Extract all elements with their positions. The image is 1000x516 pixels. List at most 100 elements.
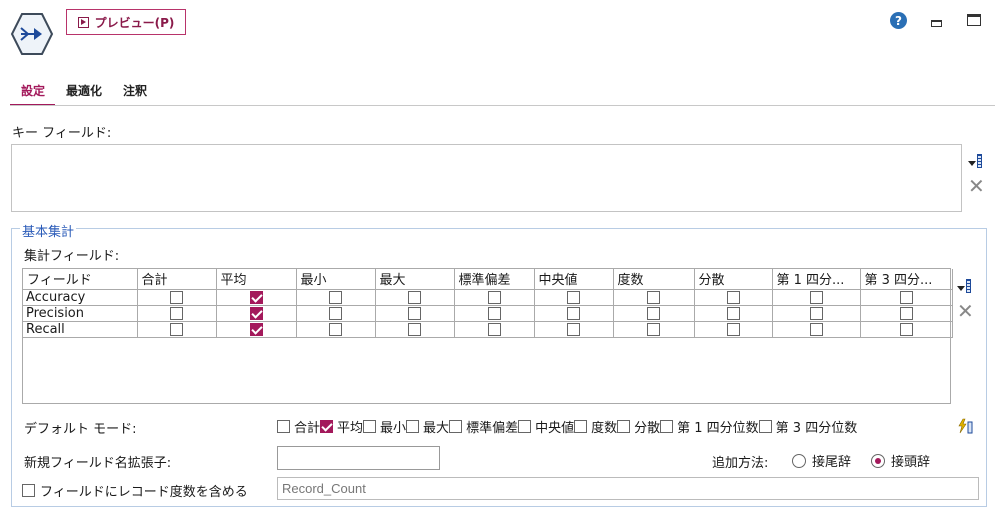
agg-checkbox[interactable] — [170, 306, 183, 320]
default-mode-option[interactable]: 最小 — [363, 417, 406, 436]
agg-checkbox[interactable] — [647, 290, 660, 304]
delete-agg-field-icon[interactable]: ✕ — [957, 301, 974, 321]
default-mode-option[interactable]: 分散 — [617, 417, 660, 436]
agg-checkbox[interactable] — [408, 322, 421, 336]
key-fields-list[interactable] — [11, 144, 962, 212]
agg-checkbox[interactable] — [809, 322, 823, 336]
agg-checkbox[interactable] — [647, 306, 660, 320]
agg-cell — [772, 305, 861, 322]
col-header-q1[interactable]: 第 1 四分... — [772, 269, 861, 290]
new-field-ext-input[interactable] — [277, 446, 440, 470]
default-mode-option[interactable]: 最大 — [406, 417, 449, 436]
include-count-label: フィールドにレコード度数を含める — [40, 485, 248, 500]
default-mode-label-text: 標準偏差 — [466, 421, 519, 436]
help-icon[interactable]: ? — [890, 12, 907, 29]
default-mode-checkbox[interactable] — [406, 420, 420, 433]
agg-checkbox[interactable] — [487, 290, 501, 304]
agg-checkbox[interactable] — [899, 290, 913, 304]
agg-cell — [694, 321, 773, 338]
tab-settings[interactable]: 設定 — [10, 76, 56, 106]
col-header-mean[interactable]: 平均 — [216, 269, 297, 290]
table-row[interactable]: Accuracy — [23, 289, 953, 306]
prefix-radio-label: 接頭辞 — [891, 455, 931, 470]
default-mode-option[interactable]: 平均 — [320, 417, 363, 436]
count-field-name-input[interactable] — [277, 477, 979, 500]
default-mode-option[interactable]: 第 1 四分位数 — [660, 417, 759, 436]
default-mode-label-text: 合計 — [294, 421, 321, 436]
minimize-icon[interactable] — [931, 20, 942, 27]
table-row[interactable]: Precision — [23, 305, 953, 322]
default-mode-checkbox[interactable] — [363, 420, 377, 433]
col-header-q3[interactable]: 第 3 四分... — [860, 269, 953, 290]
agg-checkbox[interactable] — [249, 290, 263, 304]
include-count-option[interactable]: フィールドにレコード度数を含める — [22, 481, 248, 500]
agg-cell — [454, 321, 535, 338]
default-mode-checkbox[interactable] — [277, 420, 290, 433]
suffix-radio[interactable]: 接尾辞 — [792, 451, 851, 470]
col-header-field[interactable]: フィールド — [23, 269, 138, 290]
default-mode-label-text: 平均 — [337, 421, 364, 436]
agg-cell — [534, 305, 614, 322]
agg-checkbox[interactable] — [329, 322, 342, 336]
default-mode-checkbox[interactable] — [617, 420, 631, 433]
col-header-count[interactable]: 度数 — [613, 269, 695, 290]
prefix-radio-circle[interactable] — [871, 453, 886, 468]
new-field-ext-label: 新規フィールド名拡張子: — [24, 456, 172, 471]
col-header-min[interactable]: 最小 — [296, 269, 376, 290]
col-header-median[interactable]: 中央値 — [534, 269, 614, 290]
agg-checkbox[interactable] — [809, 306, 823, 320]
col-header-max[interactable]: 最大 — [375, 269, 455, 290]
col-header-variance[interactable]: 分散 — [694, 269, 773, 290]
agg-checkbox[interactable] — [726, 322, 740, 336]
agg-checkbox[interactable] — [408, 290, 421, 304]
tab-annotations[interactable]: 注釈 — [112, 76, 157, 106]
agg-checkbox[interactable] — [899, 306, 913, 320]
prefix-radio[interactable]: 接頭辞 — [871, 451, 930, 470]
agg-cell — [375, 321, 455, 338]
col-header-stddev[interactable]: 標準偏差 — [454, 269, 535, 290]
tab-optimization[interactable]: 最適化 — [55, 76, 112, 106]
agg-checkbox[interactable] — [809, 290, 823, 304]
agg-checkbox[interactable] — [567, 290, 580, 304]
agg-checkbox[interactable] — [567, 322, 580, 336]
agg-cell — [860, 305, 953, 322]
agg-cell — [375, 289, 455, 306]
agg-checkbox[interactable] — [170, 322, 183, 336]
table-row[interactable]: Recall — [23, 321, 953, 338]
agg-checkbox[interactable] — [487, 306, 501, 320]
agg-checkbox[interactable] — [329, 290, 342, 304]
default-mode-option[interactable]: 標準偏差 — [449, 417, 518, 436]
default-mode-option[interactable]: 度数 — [574, 417, 617, 436]
suffix-radio-circle[interactable] — [792, 453, 806, 468]
preview-button[interactable]: プレビュー(P) — [66, 9, 186, 35]
default-mode-option[interactable]: 合計 — [277, 417, 320, 436]
field-picker-icon[interactable] — [968, 152, 984, 168]
apply-default-mode-icon[interactable] — [957, 418, 973, 434]
agg-checkbox[interactable] — [567, 306, 580, 320]
default-mode-option[interactable]: 第 3 四分位数 — [758, 417, 857, 436]
agg-checkbox[interactable] — [170, 290, 183, 304]
col-header-sum[interactable]: 合計 — [137, 269, 217, 290]
agg-checkbox[interactable] — [647, 322, 660, 336]
default-mode-checkbox[interactable] — [758, 420, 772, 433]
agg-checkbox[interactable] — [899, 322, 913, 336]
agg-checkbox[interactable] — [329, 306, 342, 320]
default-mode-checkbox[interactable] — [518, 420, 532, 433]
agg-cell — [613, 321, 695, 338]
agg-checkbox[interactable] — [487, 322, 501, 336]
table-header-row: フィールド 合計 平均 最小 最大 標準偏差 中央値 度数 分散 第 1 四分.… — [23, 269, 953, 290]
agg-checkbox[interactable] — [249, 306, 263, 320]
default-mode-checkbox[interactable] — [660, 420, 674, 433]
delete-key-field-icon[interactable]: ✕ — [968, 176, 985, 196]
default-mode-checkbox[interactable] — [449, 420, 463, 433]
agg-checkbox[interactable] — [408, 306, 421, 320]
agg-checkbox[interactable] — [249, 322, 263, 336]
default-mode-checkbox[interactable] — [320, 420, 334, 433]
default-mode-checkbox[interactable] — [574, 420, 588, 433]
default-mode-option[interactable]: 中央値 — [518, 417, 574, 436]
agg-field-picker-icon[interactable] — [957, 277, 973, 293]
agg-checkbox[interactable] — [726, 306, 740, 320]
agg-checkbox[interactable] — [726, 290, 740, 304]
maximize-icon[interactable] — [967, 14, 981, 26]
include-count-checkbox[interactable] — [22, 484, 35, 497]
